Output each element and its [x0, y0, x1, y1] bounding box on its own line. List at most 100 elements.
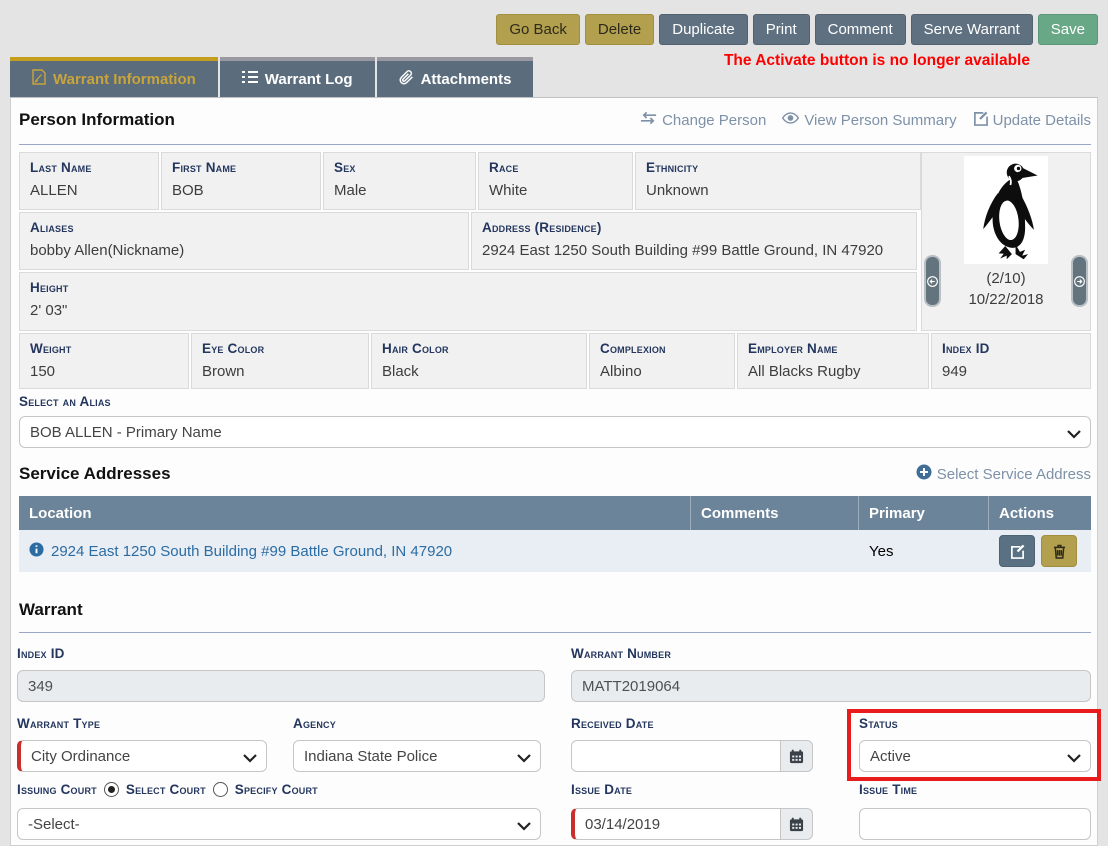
warrant-type-select[interactable]: City Ordinance: [17, 740, 267, 772]
warrant-type-label: Warrant Type: [17, 716, 100, 731]
issue-date-input[interactable]: [571, 808, 781, 840]
tab-label: Warrant Information: [53, 71, 196, 88]
photo-counter: (2/10): [922, 268, 1090, 289]
warrant-title: Warrant: [19, 600, 83, 620]
update-details-label: Update Details: [993, 112, 1091, 129]
field-last-name: Last Name ALLEN: [19, 152, 159, 210]
section-divider: [19, 144, 1091, 145]
section-divider: [19, 632, 1091, 633]
paperclip-icon: [399, 70, 414, 89]
service-address-table: Location Comments Primary Actions 2924 E…: [19, 496, 1091, 572]
penguin-image: [970, 160, 1042, 260]
warrant-information-panel: Person Information Change Person View Pe…: [10, 97, 1098, 846]
warrant-number-label: Warrant Number: [571, 646, 671, 661]
index-id-input[interactable]: [17, 670, 545, 702]
select-court-label: Select Court: [126, 782, 206, 797]
edit-square-icon: [1010, 544, 1025, 559]
column-primary: Primary: [859, 496, 989, 530]
comment-button[interactable]: Comment: [815, 14, 906, 45]
photo-date: 10/22/2018: [922, 289, 1090, 310]
update-details-link[interactable]: Update Details: [973, 111, 1091, 130]
serve-warrant-button[interactable]: Serve Warrant: [911, 14, 1033, 45]
field-hair-color: Hair Color Black: [371, 333, 587, 389]
select-service-address-link[interactable]: Select Service Address: [916, 464, 1091, 484]
person-information-title: Person Information: [19, 110, 175, 130]
issuing-court-label: Issuing Court: [17, 782, 97, 797]
calendar-icon: [789, 749, 804, 764]
received-date-input[interactable]: [571, 740, 781, 772]
chevron-down-icon: [517, 818, 531, 835]
row-comments: [691, 530, 859, 572]
delete-button[interactable]: Delete: [585, 14, 654, 45]
chevron-down-icon: [1067, 426, 1081, 443]
tab-warrant-log[interactable]: Warrant Log: [220, 57, 375, 97]
tab-label: Attachments: [421, 71, 512, 88]
change-person-link[interactable]: Change Person: [640, 111, 766, 130]
status-select[interactable]: Active: [859, 740, 1091, 772]
status-label: Status: [859, 716, 898, 731]
chevron-down-icon: [243, 750, 257, 767]
agency-label: Agency: [293, 716, 336, 731]
column-actions: Actions: [989, 496, 1091, 530]
field-person-index-id: Index ID 949: [931, 333, 1091, 389]
issuing-court-select[interactable]: -Select-: [17, 808, 541, 840]
issue-date-label: Issue Date: [571, 782, 632, 797]
document-icon: [32, 69, 46, 89]
view-person-summary-link[interactable]: View Person Summary: [782, 111, 956, 130]
arrow-right-circle-icon: [1074, 276, 1085, 287]
list-icon: [242, 70, 258, 88]
person-information-header: Person Information Change Person View Pe…: [19, 110, 1091, 130]
action-toolbar: Go Back Delete Duplicate Print Comment S…: [496, 14, 1098, 45]
received-date-calendar-button[interactable]: [781, 740, 813, 772]
row-primary: Yes: [859, 530, 989, 572]
agency-select[interactable]: Indiana State Police: [293, 740, 541, 772]
table-row: 2924 East 1250 South Building #99 Battle…: [19, 530, 1091, 572]
issue-date-calendar-button[interactable]: [781, 808, 813, 840]
warrant-type-value: City Ordinance: [31, 748, 130, 765]
index-id-label: Index ID: [17, 646, 65, 661]
select-service-address-label: Select Service Address: [937, 466, 1091, 483]
column-location: Location: [19, 496, 691, 530]
tab-bar: Warrant Information Warrant Log Attachme…: [10, 57, 533, 97]
column-comments: Comments: [691, 496, 859, 530]
issue-time-label: Issue Time: [859, 782, 917, 797]
alias-select-value: BOB ALLEN - Primary Name: [30, 424, 222, 441]
status-value: Active: [870, 748, 911, 765]
swap-arrows-icon: [640, 111, 657, 129]
issuing-court-radio-group: Issuing Court Select Court Specify Court: [17, 782, 318, 797]
select-alias-label: Select an Alias: [19, 394, 111, 409]
alias-select[interactable]: BOB ALLEN - Primary Name: [19, 416, 1091, 448]
field-address-residence: Address (Residence) 2924 East 1250 South…: [471, 212, 917, 270]
go-back-button[interactable]: Go Back: [496, 14, 580, 45]
tab-attachments[interactable]: Attachments: [377, 57, 534, 97]
calendar-icon: [789, 817, 804, 832]
change-person-label: Change Person: [662, 112, 766, 129]
service-address-link[interactable]: 2924 East 1250 South Building #99 Battle…: [51, 543, 452, 560]
specify-court-radio[interactable]: [213, 782, 228, 797]
delete-address-button[interactable]: [1041, 535, 1077, 567]
service-addresses-header: Service Addresses Select Service Address: [19, 464, 1091, 484]
arrow-left-circle-icon: [927, 276, 938, 287]
received-date-label: Received Date: [571, 716, 654, 731]
tab-warrant-information[interactable]: Warrant Information: [10, 57, 218, 97]
chevron-down-icon: [517, 750, 531, 767]
info-icon[interactable]: [29, 542, 44, 561]
save-button[interactable]: Save: [1038, 14, 1098, 45]
select-court-radio[interactable]: [104, 782, 119, 797]
warrant-number-input[interactable]: [571, 670, 1091, 702]
tab-label: Warrant Log: [265, 71, 353, 88]
service-addresses-title: Service Addresses: [19, 464, 171, 484]
field-race: Race White: [478, 152, 633, 210]
specify-court-label: Specify Court: [235, 782, 318, 797]
print-button[interactable]: Print: [753, 14, 810, 45]
duplicate-button[interactable]: Duplicate: [659, 14, 748, 45]
edit-address-button[interactable]: [999, 535, 1035, 567]
edit-square-icon: [973, 111, 988, 130]
photo-prev-button[interactable]: [924, 255, 941, 307]
person-info-grid: Last Name ALLEN First Name BOB Sex Male …: [19, 152, 1091, 389]
person-photo-cell: (2/10) 10/22/2018: [921, 152, 1091, 331]
photo-next-button[interactable]: [1071, 255, 1088, 307]
field-ethnicity: Ethnicity Unknown: [635, 152, 921, 210]
field-height: Height 2' 03": [19, 272, 917, 331]
issue-time-input[interactable]: [859, 808, 1091, 840]
